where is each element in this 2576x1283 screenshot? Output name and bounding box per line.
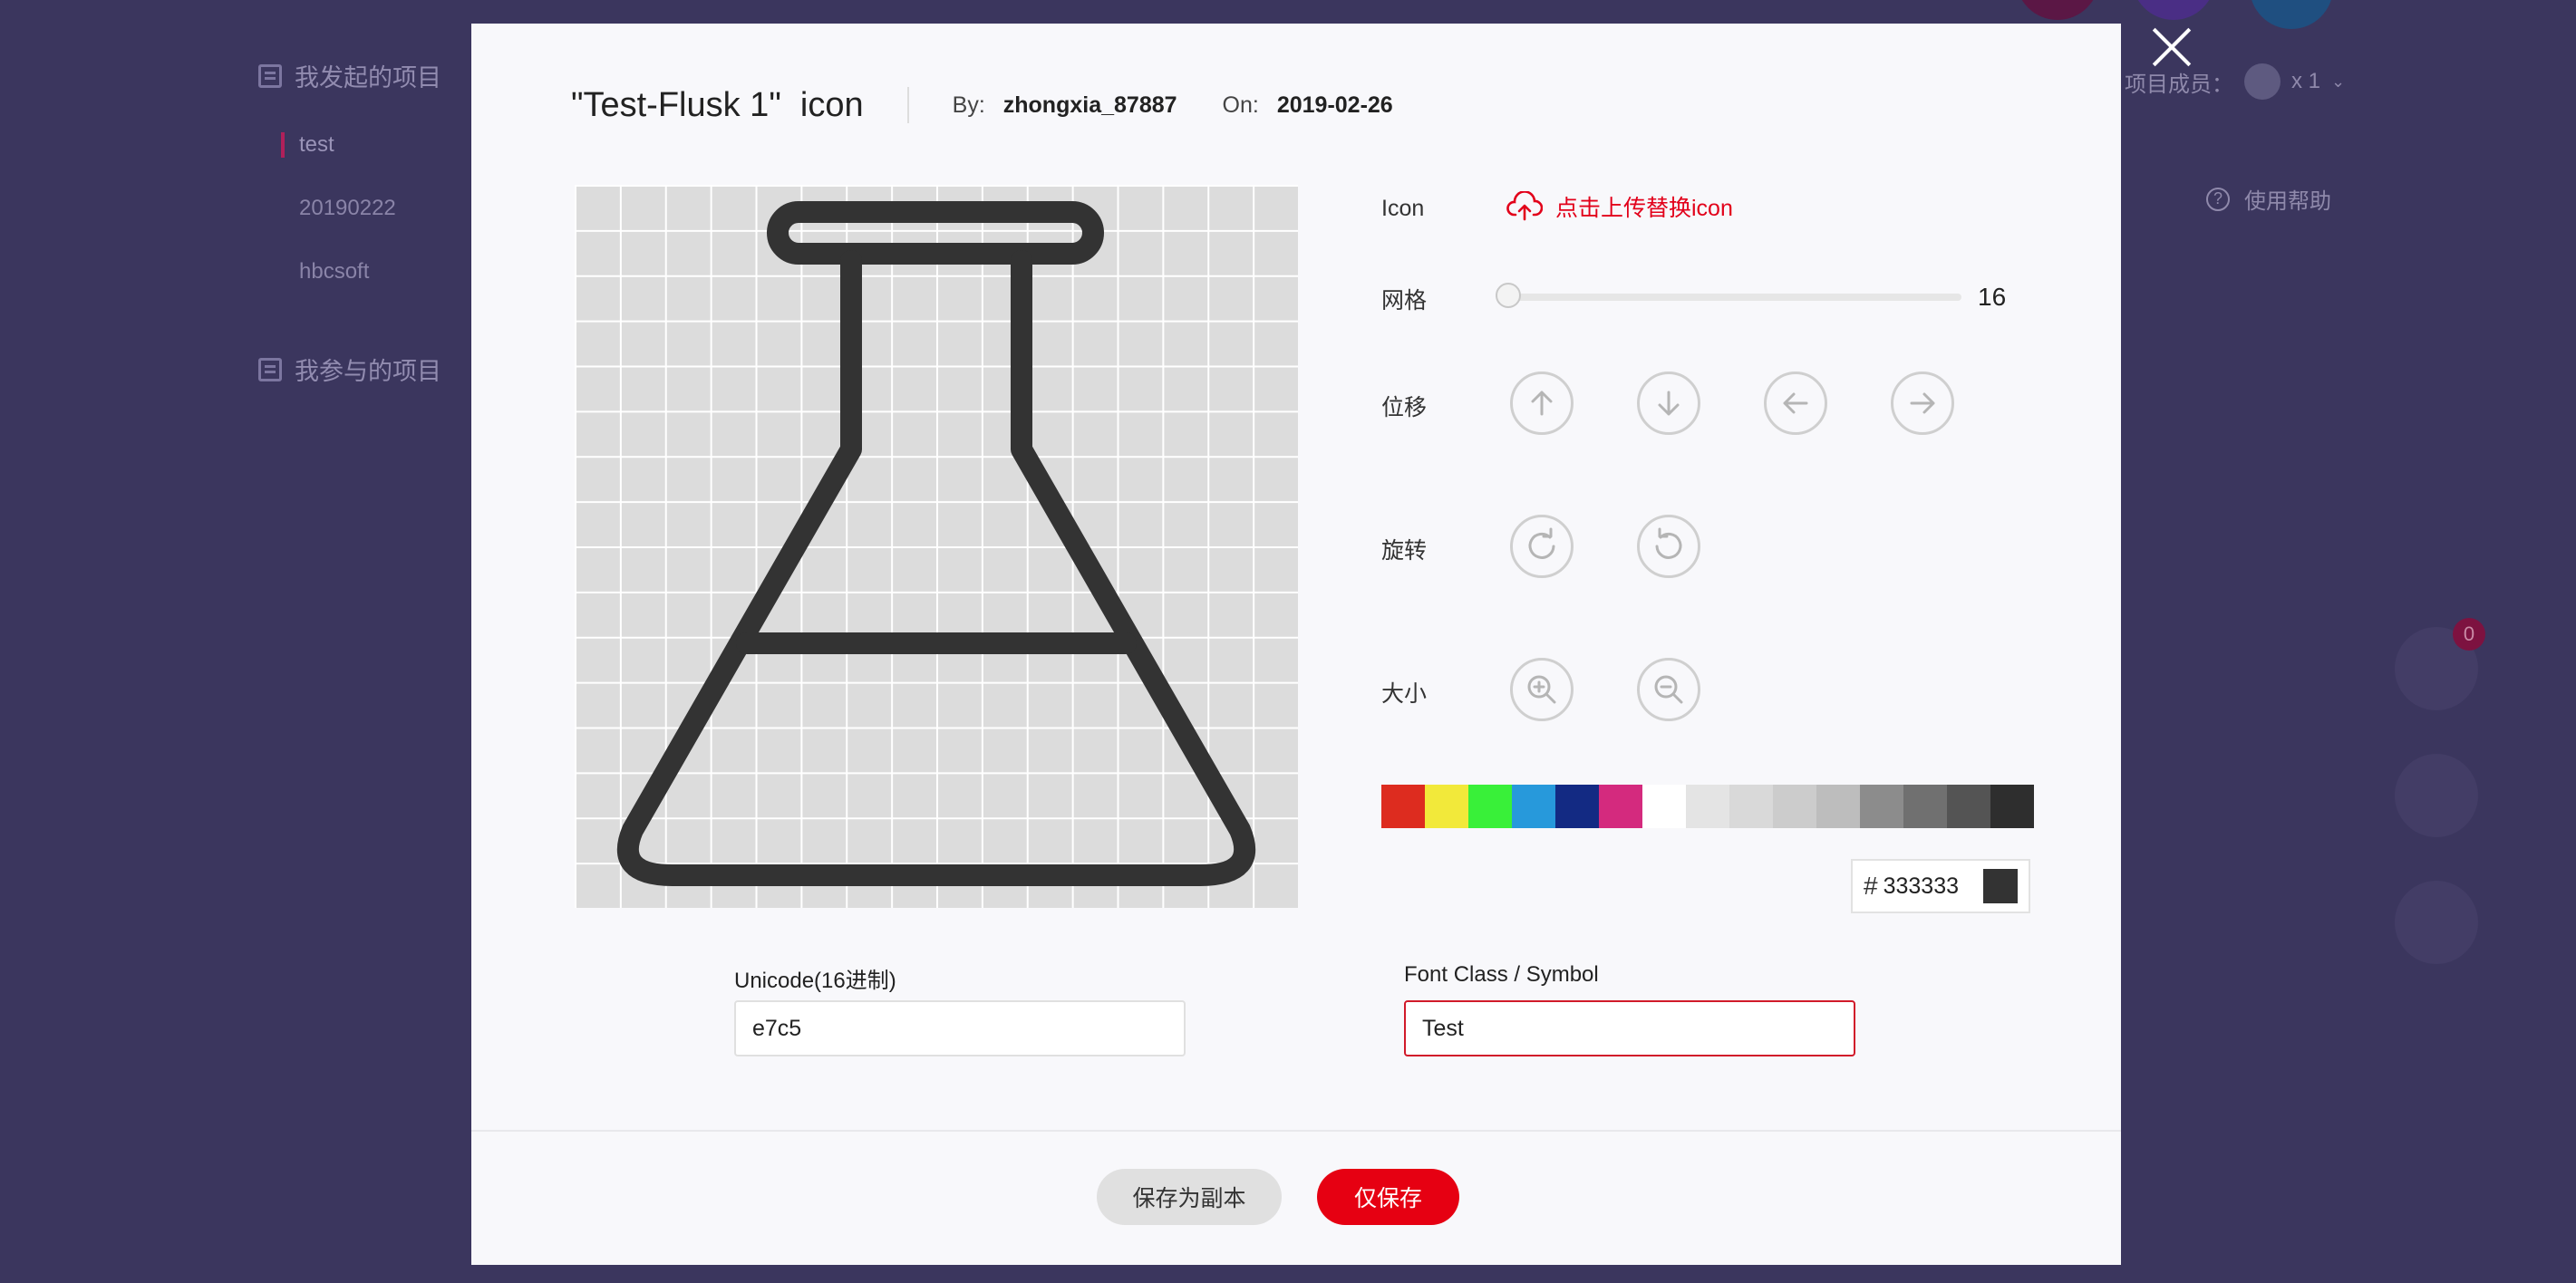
color-swatch[interactable] xyxy=(1860,785,1903,828)
font-class-label: Font Class / Symbol xyxy=(1404,962,1599,987)
arrow-left-icon xyxy=(1783,392,1808,414)
move-left-button[interactable] xyxy=(1764,371,1827,435)
zoom-in-icon xyxy=(1527,675,1556,704)
color-swatch[interactable] xyxy=(1773,785,1816,828)
upload-replace-icon-link[interactable]: 点击上传替换icon xyxy=(1506,190,1733,223)
background-sidebar: 我发起的项目 test 20190222 hbcsoft 我参与的项目 xyxy=(0,0,471,1283)
cart-count-badge: 0 xyxy=(2453,618,2485,651)
rotate-counterclockwise-button[interactable] xyxy=(1637,515,1700,578)
color-swatch[interactable] xyxy=(1686,785,1729,828)
help-icon: ? xyxy=(2206,187,2230,211)
by-label: By: xyxy=(952,92,985,118)
upload-label: 点击上传替换icon xyxy=(1555,196,1733,221)
members-label: 项目成员： xyxy=(2125,72,2233,97)
footer-divider xyxy=(471,1130,2121,1132)
avatar[interactable] xyxy=(2132,0,2215,20)
color-swatch[interactable] xyxy=(1468,785,1512,828)
font-class-input[interactable] xyxy=(1404,1000,1855,1056)
move-up-button[interactable] xyxy=(1510,371,1574,435)
rotate-cw-icon xyxy=(1528,527,1555,559)
joined-projects-label: 我参与的项目 xyxy=(295,358,441,385)
avatar[interactable] xyxy=(2016,0,2099,20)
hash-symbol: # xyxy=(1864,872,1878,900)
grid-value: 16 xyxy=(1978,283,2007,311)
back-to-top-button[interactable] xyxy=(2395,881,2478,964)
zoom-in-button[interactable] xyxy=(1510,658,1574,721)
color-swatch[interactable] xyxy=(1816,785,1860,828)
color-swatch[interactable] xyxy=(1947,785,1990,828)
author-name: zhongxia_87887 xyxy=(1002,92,1177,118)
color-swatch[interactable] xyxy=(1425,785,1468,828)
arrow-up-icon xyxy=(1531,391,1553,416)
flask-icon xyxy=(616,201,1256,886)
color-swatch[interactable] xyxy=(1555,785,1599,828)
unicode-input[interactable] xyxy=(734,1000,1186,1056)
rotate-label: 旋转 xyxy=(1381,538,1428,564)
my-projects-heading[interactable]: 我发起的项目 xyxy=(258,58,441,93)
move-right-button[interactable] xyxy=(1891,371,1954,435)
color-preview-swatch xyxy=(1982,869,2018,903)
dialog-header: "Test-Flusk 1" icon By: zhongxia_87887 O… xyxy=(571,80,1438,130)
close-icon[interactable] xyxy=(2150,25,2193,69)
grid-slider-track[interactable] xyxy=(1508,294,1961,301)
dialog-title: "Test-Flusk 1" icon xyxy=(571,85,864,124)
color-swatch[interactable] xyxy=(1729,785,1773,828)
list-icon xyxy=(258,63,282,88)
color-hex-value[interactable]: 333333 xyxy=(1884,873,1974,900)
grid-slider-thumb[interactable] xyxy=(1496,283,1521,308)
move-label: 位移 xyxy=(1381,395,1428,420)
color-swatch[interactable] xyxy=(1599,785,1642,828)
on-label: On: xyxy=(1222,92,1259,118)
color-swatch[interactable] xyxy=(1381,785,1425,828)
rotate-clockwise-button[interactable] xyxy=(1510,515,1574,578)
sidebar-item-20190222[interactable]: 20190222 xyxy=(299,196,396,221)
header-divider xyxy=(906,87,909,123)
joined-projects-heading[interactable]: 我参与的项目 xyxy=(258,352,441,387)
avatar[interactable] xyxy=(2250,0,2333,29)
zoom-out-icon xyxy=(1654,675,1683,704)
chevron-down-icon: ⌄ xyxy=(2331,72,2346,91)
size-label: 大小 xyxy=(1381,681,1428,707)
move-down-button[interactable] xyxy=(1637,371,1700,435)
save-as-copy-button[interactable]: 保存为副本 xyxy=(1097,1169,1282,1225)
icon-editor-canvas[interactable] xyxy=(575,185,1298,908)
help-link[interactable]: ? 使用帮助 xyxy=(2206,183,2331,215)
zoom-out-button[interactable] xyxy=(1637,658,1700,721)
save-button[interactable]: 仅保存 xyxy=(1317,1169,1459,1225)
my-projects-label: 我发起的项目 xyxy=(295,64,441,92)
arrow-right-icon xyxy=(1910,392,1935,414)
cloud-upload-icon xyxy=(1506,191,1543,221)
members-indicator[interactable]: 项目成员： x 1 ⌄ xyxy=(2125,63,2345,100)
unicode-label: Unicode(16进制) xyxy=(734,969,896,993)
sidebar-item-hbcsoft[interactable]: hbcsoft xyxy=(299,259,369,285)
message-button[interactable] xyxy=(2395,754,2478,837)
grid-label: 网格 xyxy=(1381,288,1428,314)
created-date: 2019-02-26 xyxy=(1276,92,1393,118)
member-avatar xyxy=(2244,63,2281,100)
color-swatch[interactable] xyxy=(1990,785,2034,828)
rotate-ccw-icon xyxy=(1655,527,1682,559)
color-swatch[interactable] xyxy=(1642,785,1686,828)
sidebar-item-test[interactable]: test xyxy=(281,132,334,158)
list-icon xyxy=(258,357,282,381)
color-palette xyxy=(1381,785,2034,828)
color-swatch[interactable] xyxy=(1512,785,1555,828)
color-swatch[interactable] xyxy=(1903,785,1947,828)
icon-label: Icon xyxy=(1381,196,1425,221)
help-label: 使用帮助 xyxy=(2244,189,2331,214)
member-count: x 1 xyxy=(2291,69,2321,93)
color-hex-input[interactable]: # 333333 xyxy=(1851,859,2030,913)
arrow-down-icon xyxy=(1658,391,1680,416)
